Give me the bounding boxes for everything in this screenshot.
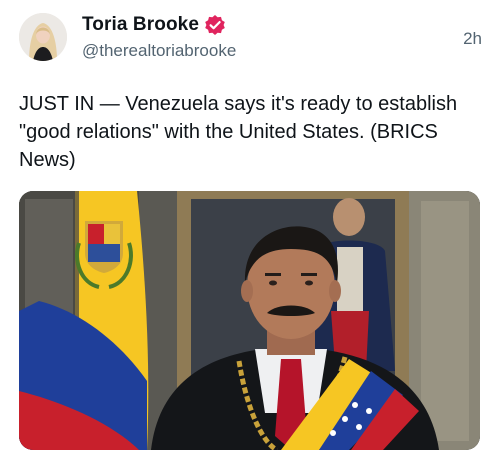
author-display-name[interactable]: Toria Brooke bbox=[82, 14, 199, 36]
verified-badge-icon bbox=[204, 14, 226, 36]
post-card[interactable]: Toria Brooke @therealtoriabrooke 2h JUST… bbox=[0, 0, 500, 463]
post-timestamp[interactable]: 2h bbox=[463, 29, 482, 49]
post-photo[interactable] bbox=[19, 191, 480, 450]
author-handle[interactable]: @therealtoriabrooke bbox=[82, 41, 236, 61]
photo-illustration bbox=[19, 191, 480, 450]
author-name-row: Toria Brooke bbox=[82, 12, 226, 38]
post-text: JUST IN — Venezuela says it's ready to e… bbox=[19, 93, 463, 171]
avatar[interactable] bbox=[19, 13, 67, 61]
